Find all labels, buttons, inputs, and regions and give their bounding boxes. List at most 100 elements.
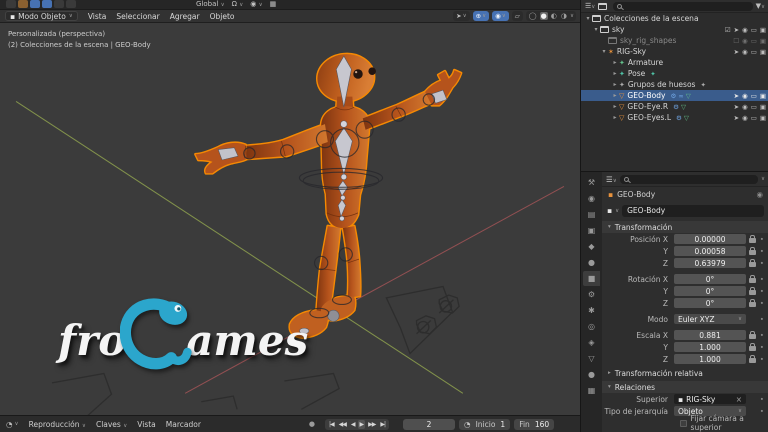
outliner-row-rig-sky[interactable]: ▾ ✶ RIG-Sky ➤ ◉ ▭ ▣ — [581, 46, 768, 57]
outliner-row-geo-eye-r[interactable]: ▸ ▽ GEO-Eye.R ⚙ ▽ ➤ ◉ ▭ ▣ — [581, 101, 768, 112]
outliner-row-geo-eyes-l[interactable]: ▸ ▽ GEO-Eyes.L ⚙ ▽ ➤ ◉ ▭ ▣ — [581, 112, 768, 123]
tab-modifiers[interactable]: ⚙ — [583, 287, 600, 302]
clear-parent-icon[interactable]: × — [736, 395, 742, 404]
eye-icon[interactable]: ◉ — [742, 37, 748, 45]
tab-render[interactable]: ◉ — [583, 191, 600, 206]
select-tool-dropdown[interactable]: ➤∨ — [453, 11, 469, 21]
camera-icon[interactable]: ▣ — [760, 26, 766, 34]
tab-object-data[interactable]: ▽ — [583, 351, 600, 366]
lock-icon[interactable] — [749, 262, 756, 267]
filter-dropdown[interactable]: ▼∨ — [756, 2, 765, 10]
camera-icon[interactable]: ▣ — [760, 37, 766, 45]
tab-object[interactable]: ■ — [583, 271, 600, 286]
camera-icon[interactable]: ▣ — [760, 48, 766, 56]
tab-texture[interactable]: ▦ — [583, 383, 600, 398]
eye-icon[interactable]: ◉ — [742, 48, 748, 56]
shading-rendered-icon[interactable]: ◑ — [560, 12, 568, 20]
properties-options-icon[interactable]: ∨ — [761, 176, 765, 182]
menu-reproduccion[interactable]: Reproducción ∨ — [29, 420, 86, 429]
checkbox-icon[interactable]: ☐ — [733, 37, 739, 45]
tab-scene[interactable]: ◆ — [583, 239, 600, 254]
menu-claves[interactable]: Claves ∨ — [96, 420, 127, 429]
tab-material[interactable]: ● — [583, 367, 600, 382]
tool-icon[interactable] — [66, 0, 76, 8]
rotation-y-field[interactable]: 0° — [674, 286, 746, 296]
object-name-field[interactable]: GEO-Body — [622, 205, 764, 217]
relations-section-header[interactable]: ▾ Relaciones — [602, 381, 768, 393]
menu-agregar[interactable]: Agregar — [170, 12, 200, 21]
scale-y-field[interactable]: 1.000 — [674, 342, 746, 352]
outliner-row-geo-body[interactable]: ▸ ▽ GEO-Body ⚙ ∞ ▽ ➤ ◉ ▭ ▣ — [581, 90, 768, 101]
menu-vista-timeline[interactable]: Vista — [137, 420, 156, 429]
gizmos-toggle[interactable]: ⊕∨ — [473, 11, 489, 21]
position-y-field[interactable]: 0.00058 — [674, 246, 746, 256]
3d-viewport[interactable]: Personalizada (perspectiva) (2) Coleccio… — [0, 23, 580, 415]
grid-icon[interactable]: ▦ — [270, 0, 277, 8]
checkbox[interactable] — [680, 420, 687, 427]
rotation-x-field[interactable]: 0° — [674, 274, 746, 284]
frame-end-field[interactable]: Fin160 — [514, 419, 554, 430]
jump-end-button[interactable]: ▶| — [378, 420, 387, 429]
menu-marcador[interactable]: Marcador — [166, 420, 201, 429]
parent-object-field[interactable]: ▪ RIG-Sky × — [674, 394, 746, 404]
shading-wireframe-icon[interactable]: ◯ — [528, 12, 538, 20]
menu-objeto[interactable]: Objeto — [210, 12, 235, 21]
lock-icon[interactable] — [749, 290, 756, 295]
tab-constraints[interactable]: ◈ — [583, 335, 600, 350]
transform-section-header[interactable]: ▾ Transformación — [602, 221, 768, 233]
properties-search-input[interactable] — [620, 175, 758, 184]
current-frame-field[interactable]: 2 — [403, 419, 455, 430]
autokey-toggle[interactable]: ● — [309, 420, 315, 428]
eye-icon[interactable]: ◉ — [742, 103, 748, 111]
next-keyframe-button[interactable]: ▶▶ — [366, 420, 377, 429]
pointer-icon[interactable]: ➤ — [734, 114, 739, 122]
pointer-icon[interactable]: ➤ — [734, 26, 739, 34]
tab-physics[interactable]: ◎ — [583, 319, 600, 334]
tool-icon[interactable] — [54, 0, 64, 8]
relative-transform-section-header[interactable]: ▸ Transformación relativa — [602, 367, 768, 379]
camera-icon[interactable]: ▣ — [760, 103, 766, 111]
shading-material-icon[interactable]: ◐ — [550, 12, 558, 20]
camera-icon[interactable]: ▣ — [760, 114, 766, 122]
tool-buttons[interactable] — [6, 0, 76, 8]
tab-particles[interactable]: ✱ — [583, 303, 600, 318]
pointer-icon[interactable]: ➤ — [734, 48, 739, 56]
rotation-mode-dropdown[interactable]: Euler XYZ ∨ — [674, 314, 746, 324]
prev-keyframe-button[interactable]: ◀◀ — [337, 420, 348, 429]
shading-solid-icon[interactable]: ● — [540, 12, 548, 20]
play-button[interactable]: ▶ — [358, 420, 366, 429]
pin-icon[interactable]: ◉ — [756, 190, 763, 199]
timeline-editor-dropdown[interactable]: ◔∨ — [6, 420, 19, 429]
frame-start-field[interactable]: ◔ Inicio1 — [459, 419, 510, 430]
screen-icon[interactable]: ▭ — [751, 48, 757, 56]
screen-icon[interactable]: ▭ — [751, 37, 757, 45]
screen-icon[interactable]: ▭ — [751, 26, 757, 34]
pointer-icon[interactable]: ➤ — [734, 92, 739, 100]
outliner-row-pose[interactable]: ▸ ✦ Pose ✦ — [581, 68, 768, 79]
checkbox-icon[interactable]: ☑ — [725, 26, 731, 34]
outliner-row-grupos-huesos[interactable]: ▸ ✦ Grupos de huesos ✦ — [581, 79, 768, 90]
eye-icon[interactable]: ◉ — [742, 92, 748, 100]
outliner-editor-dropdown[interactable]: ☰∨ — [585, 2, 595, 10]
outliner-row-sky-rig-shapes[interactable]: sky_rig_shapes ☐ ◉ ▭ ▣ — [581, 35, 768, 46]
lock-icon[interactable] — [749, 302, 756, 307]
snap-magnet-icon[interactable]: Ω ∨ — [232, 0, 244, 8]
eye-icon[interactable]: ◉ — [742, 114, 748, 122]
lock-icon[interactable] — [749, 334, 756, 339]
overlays-toggle[interactable]: ◉∨ — [492, 11, 509, 21]
menu-vista[interactable]: Vista — [88, 12, 107, 21]
xray-toggle[interactable]: ▱ — [512, 11, 523, 21]
outliner-search-input[interactable] — [613, 2, 752, 11]
screen-icon[interactable]: ▭ — [751, 103, 757, 111]
tab-output[interactable]: ▤ — [583, 207, 600, 222]
outliner-row-sky[interactable]: ▾ sky ☑ ➤ ◉ ▭ ▣ — [581, 24, 768, 35]
properties-editor-dropdown[interactable]: ☰∨ — [606, 175, 617, 184]
tab-view-layer[interactable]: ▣ — [583, 223, 600, 238]
menu-seleccionar[interactable]: Seleccionar — [116, 12, 159, 21]
outliner-row-armature[interactable]: ▸ ✦ Armature — [581, 57, 768, 68]
lock-icon[interactable] — [749, 278, 756, 283]
pointer-icon[interactable]: ➤ — [734, 103, 739, 111]
scale-x-field[interactable]: 0.881 — [674, 330, 746, 340]
tab-world[interactable]: ● — [583, 255, 600, 270]
lock-icon[interactable] — [749, 358, 756, 363]
